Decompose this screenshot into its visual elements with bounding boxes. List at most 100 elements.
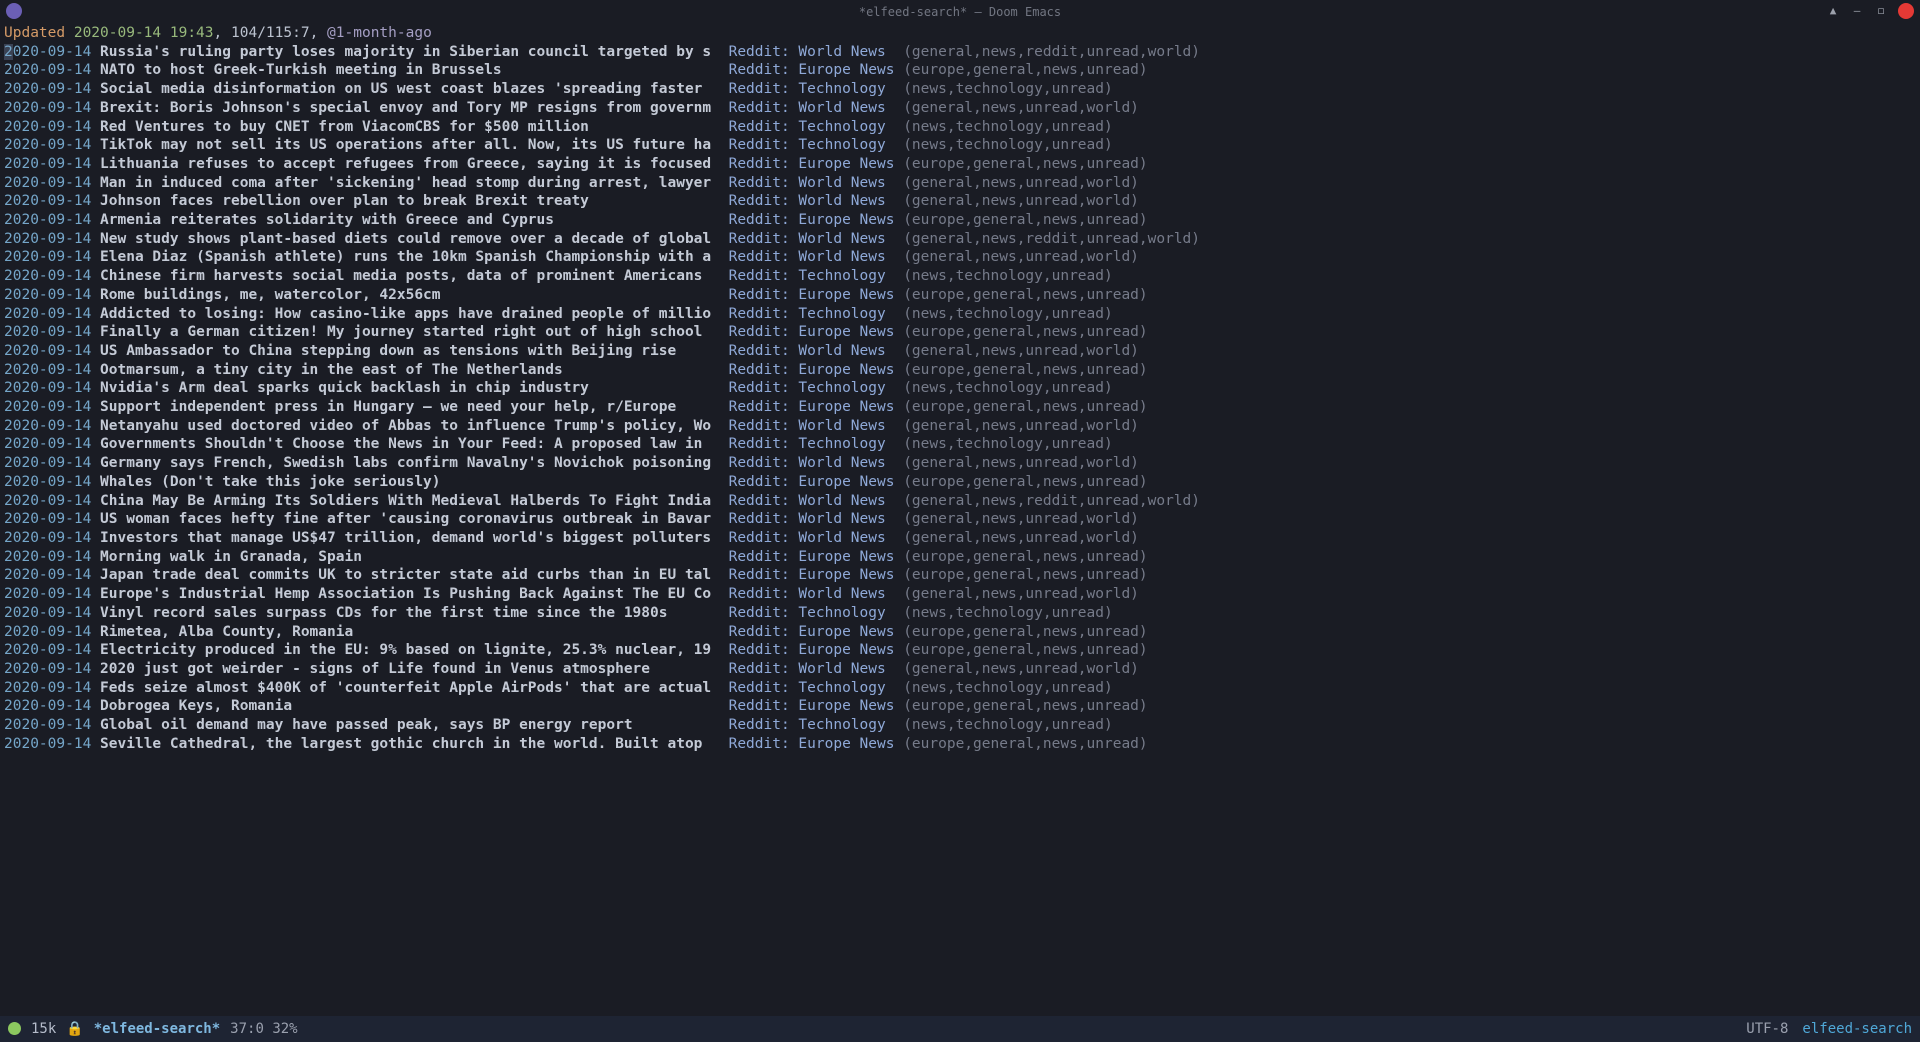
entry-feed: Reddit: Europe News xyxy=(729,324,895,340)
entry-tags: (europe,general,news,unread) xyxy=(903,399,1147,415)
entry-feed: Reddit: Technology xyxy=(729,268,895,284)
entry-feed: Reddit: World News xyxy=(729,231,895,247)
feed-entry[interactable]: 2020-09-14 Feds seize almost $400K of 'c… xyxy=(4,679,1916,698)
entry-tags: (europe,general,news,unread) xyxy=(903,287,1147,303)
entry-title: US Ambassador to China stepping down as … xyxy=(100,343,720,359)
entry-title: Russia's ruling party loses majority in … xyxy=(100,44,720,60)
entry-tags: (europe,general,news,unread) xyxy=(903,624,1147,640)
entry-date: 2020-09-14 xyxy=(4,680,91,696)
entry-date: 2020-09-14 xyxy=(4,249,91,265)
entry-title: Dobrogea Keys, Romania xyxy=(100,698,720,714)
feed-entry[interactable]: 2020-09-14 Governments Shouldn't Choose … xyxy=(4,435,1916,454)
entry-date: 2020-09-14 xyxy=(4,175,91,191)
feed-entry[interactable]: 2020-09-14 Germany says French, Swedish … xyxy=(4,454,1916,473)
entry-date: 2020-09-14 xyxy=(4,624,91,640)
entry-date: 2020-09-14 xyxy=(4,119,91,135)
entry-title: Rimetea, Alba County, Romania xyxy=(100,624,720,640)
entry-feed: Reddit: World News xyxy=(729,661,895,677)
entry-tags: (europe,general,news,unread) xyxy=(903,474,1147,490)
feed-entry[interactable]: 2020-09-14 Elena Diaz (Spanish athlete) … xyxy=(4,248,1916,267)
feed-entry[interactable]: 2020-09-14 Ootmarsum, a tiny city in the… xyxy=(4,361,1916,380)
entry-date: 2020-09-14 xyxy=(4,343,91,359)
entry-tags: (news,technology,unread) xyxy=(903,436,1113,452)
feed-entry[interactable]: 2020-09-14 Armenia reiterates solidarity… xyxy=(4,211,1916,230)
entry-date: 2020-09-14 xyxy=(4,642,91,658)
feed-entry[interactable]: 2020-09-14 US woman faces hefty fine aft… xyxy=(4,510,1916,529)
entry-date: 2020-09-14 xyxy=(4,605,91,621)
entry-date: 2020-09-14 xyxy=(4,717,91,733)
feed-entry[interactable]: 2020-09-14 Morning walk in Granada, Spai… xyxy=(4,548,1916,567)
updated-label: Updated xyxy=(4,25,65,41)
entry-tags: (general,news,reddit,unread,world) xyxy=(903,44,1200,60)
feed-entry[interactable]: 2020-09-14 NATO to host Greek-Turkish me… xyxy=(4,61,1916,80)
feed-entry[interactable]: 2020-09-14 Social media disinformation o… xyxy=(4,80,1916,99)
entry-tags: (news,technology,unread) xyxy=(903,380,1113,396)
entry-tags: (europe,general,news,unread) xyxy=(903,212,1147,228)
entry-title: Chinese firm harvests social media posts… xyxy=(100,268,720,284)
feed-entry[interactable]: 2020-09-14 TikTok may not sell its US op… xyxy=(4,136,1916,155)
entry-tags: (general,news,unread,world) xyxy=(903,455,1139,471)
entry-date: 2020-09-14 xyxy=(4,287,91,303)
entry-date: 2020-09-14 xyxy=(4,455,91,471)
feed-entry[interactable]: 2020-09-14 US Ambassador to China steppi… xyxy=(4,342,1916,361)
feed-entry[interactable]: 2020-09-14 Lithuania refuses to accept r… xyxy=(4,155,1916,174)
entry-tags: (general,news,unread,world) xyxy=(903,193,1139,209)
entry-title: Man in induced coma after 'sickening' he… xyxy=(100,175,720,191)
encoding: UTF-8 xyxy=(1746,1020,1788,1039)
feed-entry[interactable]: 2020-09-14 China May Be Arming Its Soldi… xyxy=(4,492,1916,511)
entry-date: 2020-09-14 xyxy=(4,474,91,490)
entry-tags: (general,news,unread,world) xyxy=(903,343,1139,359)
feed-entry[interactable]: 2020-09-14 Johnson faces rebellion over … xyxy=(4,192,1916,211)
feed-entry[interactable]: 2020-09-14 Seville Cathedral, the larges… xyxy=(4,735,1916,754)
entry-counts: 104/115:7 xyxy=(231,25,310,41)
entry-list: 2020-09-14 Russia's ruling party loses m… xyxy=(4,43,1916,754)
feed-entry[interactable]: 2020-09-14 Global oil demand may have pa… xyxy=(4,716,1916,735)
feed-entry[interactable]: 2020-09-14 Brexit: Boris Johnson's speci… xyxy=(4,99,1916,118)
entry-feed: Reddit: Technology xyxy=(729,380,895,396)
feed-entry[interactable]: 2020-09-14 Red Ventures to buy CNET from… xyxy=(4,118,1916,137)
feed-entry[interactable]: 2020-09-14 Vinyl record sales surpass CD… xyxy=(4,604,1916,623)
entry-title: Red Ventures to buy CNET from ViacomCBS … xyxy=(100,119,720,135)
feed-entry[interactable]: 2020-09-14 Japan trade deal commits UK t… xyxy=(4,566,1916,585)
entry-tags: (europe,general,news,unread) xyxy=(903,156,1147,172)
feed-entry[interactable]: 2020-09-14 Support independent press in … xyxy=(4,398,1916,417)
entry-date: 2020-09-14 xyxy=(4,530,91,546)
entry-tags: (general,news,unread,world) xyxy=(903,175,1139,191)
entry-feed: Reddit: Technology xyxy=(729,81,895,97)
feed-entry[interactable]: 2020-09-14 Rimetea, Alba County, Romania… xyxy=(4,623,1916,642)
minimize-button[interactable]: — xyxy=(1850,4,1864,18)
feed-entry[interactable]: 2020-09-14 Rome buildings, me, watercolo… xyxy=(4,286,1916,305)
entry-tags: (europe,general,news,unread) xyxy=(903,362,1147,378)
feed-entry[interactable]: 2020-09-14 Addicted to losing: How casin… xyxy=(4,305,1916,324)
feed-entry[interactable]: 2020-09-14 Europe's Industrial Hemp Asso… xyxy=(4,585,1916,604)
entry-feed: Reddit: Europe News xyxy=(729,698,895,714)
elfeed-header: Updated 2020-09-14 19:43, 104/115:7, @1-… xyxy=(4,24,1916,43)
maximize-button[interactable]: ◻ xyxy=(1874,4,1888,18)
entry-feed: Reddit: Europe News xyxy=(729,156,895,172)
entry-tags: (news,technology,unread) xyxy=(903,680,1113,696)
elfeed-buffer[interactable]: Updated 2020-09-14 19:43, 104/115:7, @1-… xyxy=(0,24,1920,753)
entry-feed: Reddit: Technology xyxy=(729,717,895,733)
feed-entry[interactable]: 2020-09-14 Netanyahu used doctored video… xyxy=(4,417,1916,436)
feed-entry[interactable]: 2020-09-14 2020 just got weirder - signs… xyxy=(4,660,1916,679)
status-dot-icon xyxy=(8,1022,21,1035)
feed-entry[interactable]: 2020-09-14 Electricity produced in the E… xyxy=(4,641,1916,660)
feed-entry[interactable]: 2020-09-14 Man in induced coma after 'si… xyxy=(4,174,1916,193)
feed-entry[interactable]: 2020-09-14 Finally a German citizen! My … xyxy=(4,323,1916,342)
entry-date: 2020-09-14 xyxy=(4,567,91,583)
entry-title: US woman faces hefty fine after 'causing… xyxy=(100,511,720,527)
feed-entry[interactable]: 2020-09-14 Investors that manage US$47 t… xyxy=(4,529,1916,548)
feed-entry[interactable]: 2020-09-14 Dobrogea Keys, Romania Reddit… xyxy=(4,697,1916,716)
feed-entry[interactable]: 2020-09-14 Whales (Don't take this joke … xyxy=(4,473,1916,492)
close-button[interactable] xyxy=(1898,3,1914,19)
feed-entry[interactable]: 2020-09-14 New study shows plant-based d… xyxy=(4,230,1916,249)
feed-entry[interactable]: 2020-09-14 Nvidia's Arm deal sparks quic… xyxy=(4,379,1916,398)
entry-title: Nvidia's Arm deal sparks quick backlash … xyxy=(100,380,720,396)
feed-entry[interactable]: 2020-09-14 Chinese firm harvests social … xyxy=(4,267,1916,286)
titlebar: *elfeed-search* – Doom Emacs ▲ — ◻ xyxy=(0,0,1920,24)
entry-tags: (general,news,unread,world) xyxy=(903,586,1139,602)
window-controls: ▲ — ◻ xyxy=(1826,3,1914,19)
keep-above-icon[interactable]: ▲ xyxy=(1826,4,1840,18)
feed-entry[interactable]: 2020-09-14 Russia's ruling party loses m… xyxy=(4,43,1916,62)
entry-feed: Reddit: Technology xyxy=(729,605,895,621)
